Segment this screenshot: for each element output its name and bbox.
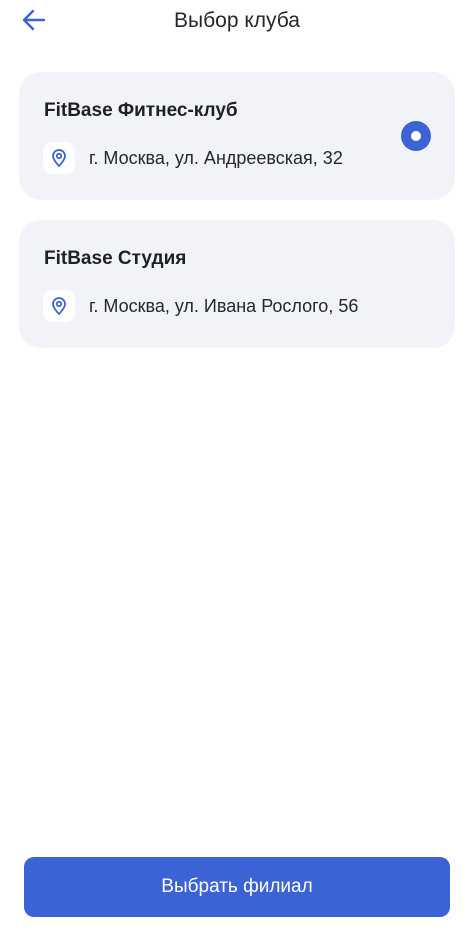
club-card-studio[interactable]: FitBase Студия г. Москва, ул. Ивана Росл… <box>19 220 455 348</box>
location-pin-badge <box>43 290 75 322</box>
radio-selected[interactable] <box>401 121 431 151</box>
club-name: FitBase Фитнес-клуб <box>44 100 238 121</box>
page-title: Выбор клуба <box>174 9 300 32</box>
club-card-fitness[interactable]: FitBase Фитнес-клуб г. Москва, ул. Андре… <box>19 72 455 200</box>
club-name: FitBase Студия <box>44 248 187 269</box>
club-list: FitBase Фитнес-клуб г. Москва, ул. Андре… <box>19 72 455 368</box>
location-pin-icon <box>52 297 66 315</box>
location-pin-badge <box>43 142 75 174</box>
club-address: г. Москва, ул. Андреевская, 32 <box>89 148 343 168</box>
club-address-row: г. Москва, ул. Андреевская, 32 <box>43 142 343 174</box>
location-pin-icon <box>52 149 66 167</box>
club-address: г. Москва, ул. Ивана Рослого, 56 <box>89 296 359 316</box>
select-branch-button[interactable]: Выбрать филиал <box>24 857 450 917</box>
club-address-row: г. Москва, ул. Ивана Рослого, 56 <box>43 290 358 322</box>
header: Выбор клуба <box>0 0 474 44</box>
